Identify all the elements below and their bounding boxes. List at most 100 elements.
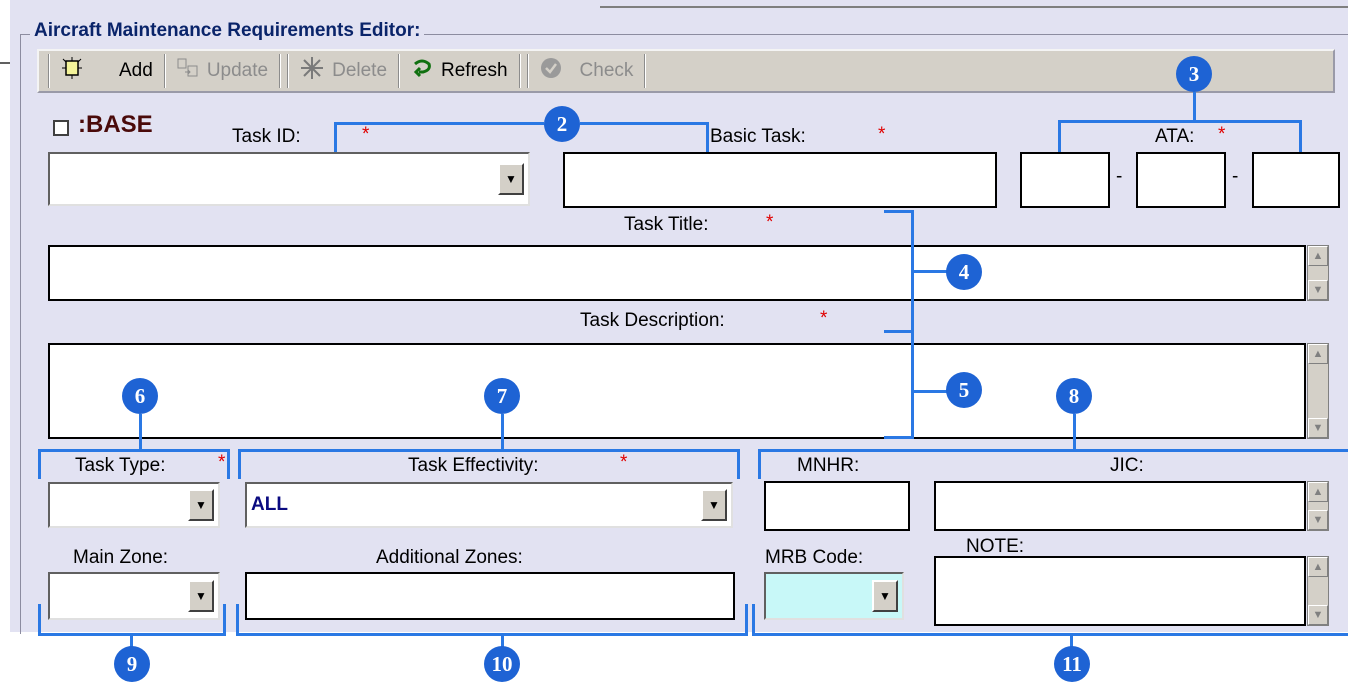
bracket-line xyxy=(38,449,230,452)
task-type-dropdown[interactable]: ▼ xyxy=(48,482,220,528)
additional-zones-label: Additional Zones: xyxy=(376,547,523,568)
required-marker: * xyxy=(1218,124,1226,145)
chevron-down-icon[interactable]: ▼ xyxy=(188,580,214,612)
bracket-line xyxy=(130,633,133,647)
task-effectivity-dropdown[interactable]: ALL ▼ xyxy=(245,482,733,528)
additional-zones-input[interactable] xyxy=(245,572,735,620)
toolbar-separator xyxy=(526,54,529,88)
bracket-line xyxy=(911,210,914,438)
bracket-line xyxy=(501,633,504,647)
bracket-line xyxy=(236,604,239,636)
required-marker: * xyxy=(620,452,628,473)
task-title-scrollbar[interactable]: ▲ ▼ xyxy=(1307,245,1329,301)
base-checkbox[interactable] xyxy=(53,120,69,136)
required-marker: * xyxy=(362,124,370,145)
chevron-down-icon[interactable]: ▼ xyxy=(188,489,214,521)
task-id-dropdown[interactable]: ▼ xyxy=(48,152,530,206)
bracket-line xyxy=(227,449,230,479)
bracket-line xyxy=(38,449,41,479)
task-title-input[interactable] xyxy=(48,245,1306,301)
delete-button[interactable]: Delete xyxy=(292,53,395,89)
callout-2: 2 xyxy=(544,106,580,142)
add-button[interactable]: Add xyxy=(53,53,161,89)
bracket-line xyxy=(911,390,947,393)
toolbar-separator xyxy=(163,54,166,88)
toolbar-separator xyxy=(398,54,401,88)
bracket-line xyxy=(752,633,1348,636)
chevron-down-icon[interactable]: ▼ xyxy=(701,489,727,521)
scroll-down-icon[interactable]: ▼ xyxy=(1308,418,1328,438)
bracket-line xyxy=(1193,92,1196,122)
update-icon xyxy=(177,58,199,84)
ata-section-input[interactable] xyxy=(1136,152,1226,208)
scroll-up-icon[interactable]: ▲ xyxy=(1308,482,1328,502)
bracket-line xyxy=(1070,633,1073,647)
check-button[interactable]: Check xyxy=(532,53,642,89)
delete-icon xyxy=(300,56,324,86)
refresh-icon xyxy=(411,58,433,84)
bracket-line xyxy=(501,414,504,450)
note-scrollbar[interactable]: ▲ ▼ xyxy=(1307,556,1329,626)
jic-label: JIC: xyxy=(1110,455,1144,476)
required-marker: * xyxy=(766,212,774,233)
basic-task-label: Basic Task: xyxy=(710,126,806,147)
scroll-down-icon[interactable]: ▼ xyxy=(1308,605,1328,625)
refresh-label: Refresh xyxy=(441,60,508,81)
callout-7: 7 xyxy=(484,378,520,414)
toolbar-separator xyxy=(48,54,50,88)
scroll-up-icon[interactable]: ▲ xyxy=(1308,557,1328,577)
top-divider xyxy=(600,6,1348,8)
chevron-down-icon[interactable]: ▼ xyxy=(498,163,524,195)
toolbar-separator xyxy=(518,54,521,88)
update-label: Update xyxy=(206,60,269,81)
check-icon xyxy=(540,57,562,85)
add-label: Add xyxy=(119,60,153,81)
ata-separator: - xyxy=(1232,166,1239,187)
bracket-line xyxy=(758,449,1348,452)
task-description-scrollbar[interactable]: ▲ ▼ xyxy=(1307,343,1329,439)
refresh-button[interactable]: Refresh xyxy=(403,53,516,89)
jic-input[interactable] xyxy=(934,481,1306,531)
scroll-up-icon[interactable]: ▲ xyxy=(1308,246,1328,266)
mrb-code-label: MRB Code: xyxy=(765,547,864,568)
chevron-down-icon[interactable]: ▼ xyxy=(872,580,898,612)
bracket-line xyxy=(911,270,947,273)
main-zone-dropdown[interactable]: ▼ xyxy=(48,572,220,620)
jic-scrollbar[interactable]: ▲ ▼ xyxy=(1307,481,1329,531)
task-id-label: Task ID: xyxy=(232,126,301,147)
scroll-down-icon[interactable]: ▼ xyxy=(1308,510,1328,530)
bracket-line xyxy=(884,436,914,439)
task-description-input[interactable] xyxy=(48,343,1306,439)
bracket-line xyxy=(238,449,740,452)
callout-10: 10 xyxy=(484,646,520,682)
bracket-line xyxy=(139,414,142,450)
bracket-line xyxy=(580,122,708,125)
mnhr-input[interactable] xyxy=(764,481,910,531)
basic-task-input[interactable] xyxy=(563,152,997,208)
bracket-line xyxy=(1058,120,1302,123)
base-label: :BASE xyxy=(78,111,153,138)
bracket-line xyxy=(752,604,755,636)
bracket-line xyxy=(1058,120,1061,152)
ata-separator: - xyxy=(1116,166,1123,187)
mrb-code-dropdown[interactable]: ▼ xyxy=(764,572,904,620)
callout-11: 11 xyxy=(1054,646,1090,682)
toolbar-separator xyxy=(279,54,282,88)
note-input[interactable] xyxy=(934,556,1306,626)
toolbar-separator xyxy=(644,54,647,88)
scroll-up-icon[interactable]: ▲ xyxy=(1308,344,1328,364)
task-effectivity-label: Task Effectivity: xyxy=(408,455,539,476)
bracket-line xyxy=(236,633,748,636)
left-tick xyxy=(0,62,10,64)
bracket-line xyxy=(238,449,241,479)
mnhr-label: MNHR: xyxy=(797,455,860,476)
ata-subject-input[interactable] xyxy=(1252,152,1340,208)
ata-chapter-input[interactable] xyxy=(1020,152,1110,208)
update-button[interactable]: Update xyxy=(169,53,276,89)
bracket-line xyxy=(884,330,914,333)
scroll-down-icon[interactable]: ▼ xyxy=(1308,280,1328,300)
delete-label: Delete xyxy=(332,60,388,81)
task-description-label: Task Description: xyxy=(580,310,725,331)
ata-label: ATA: xyxy=(1155,126,1195,147)
required-marker: * xyxy=(820,308,828,329)
